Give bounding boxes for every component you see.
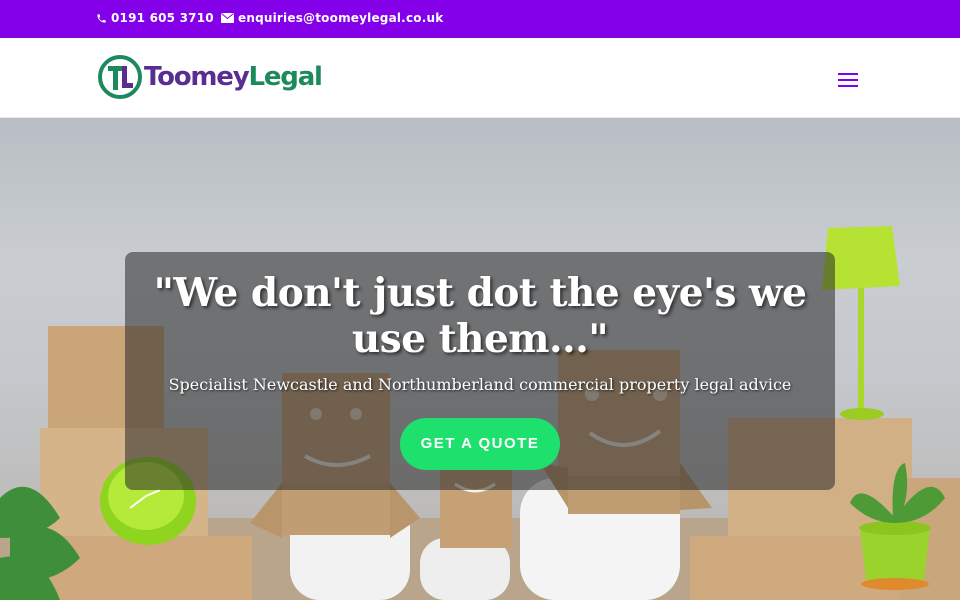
email-link[interactable]: enquiries@toomeylegal.co.uk <box>221 11 443 25</box>
logo-wordmark: ToomeyLegal <box>144 62 323 92</box>
hero-subheadline: Specialist Newcastle and Northumberland … <box>168 375 792 394</box>
phone-number: 0191 605 3710 <box>111 11 214 25</box>
phone-icon <box>96 13 107 24</box>
site-header: ToomeyLegal <box>0 38 960 118</box>
logo-mark-icon <box>98 55 142 99</box>
site-logo[interactable]: ToomeyLegal <box>98 55 323 99</box>
top-contact-bar: 0191 605 3710 enquiries@toomeylegal.co.u… <box>0 0 960 38</box>
email-address: enquiries@toomeylegal.co.uk <box>238 11 444 25</box>
envelope-icon <box>221 13 234 23</box>
logo-text-toomey: Toomey <box>144 62 250 92</box>
hamburger-menu-icon[interactable] <box>836 71 860 89</box>
hero-headline: "We don't just dot the eye's we use them… <box>153 270 807 362</box>
get-a-quote-button[interactable]: GET A QUOTE <box>400 418 560 470</box>
hero-section: "We don't just dot the eye's we use them… <box>0 118 960 600</box>
logo-text-legal: Legal <box>248 62 322 92</box>
phone-link[interactable]: 0191 605 3710 <box>96 11 214 25</box>
